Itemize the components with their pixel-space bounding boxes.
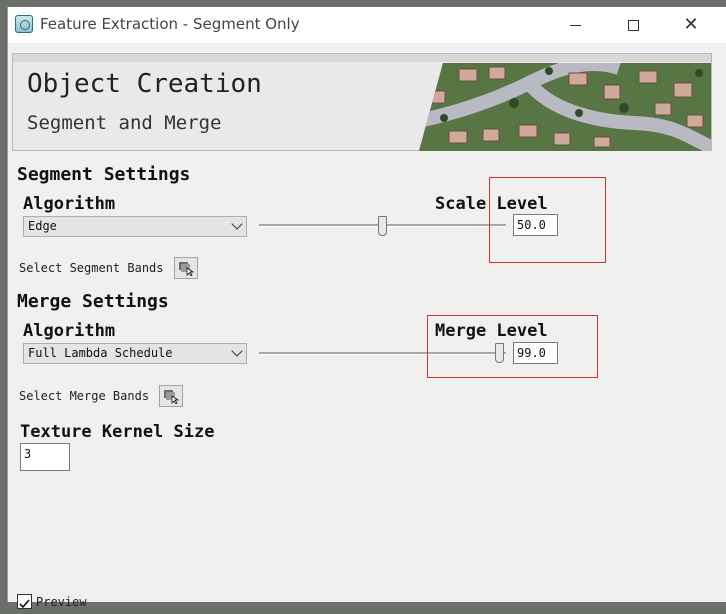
merge-settings-heading: Merge Settings xyxy=(17,291,169,312)
title-bar: Feature Extraction - Segment Only ✕ xyxy=(8,7,726,43)
merge-algorithm-label: Algorithm xyxy=(23,321,116,341)
aerial-image xyxy=(419,63,711,151)
band-select-icon xyxy=(179,262,194,276)
app-icon xyxy=(15,15,33,33)
minimize-button[interactable] xyxy=(552,7,598,43)
select-merge-bands-button[interactable] xyxy=(159,385,183,407)
window-title: Feature Extraction - Segment Only xyxy=(40,15,300,33)
select-merge-bands-label: Select Merge Bands xyxy=(19,389,150,403)
segment-settings-heading: Segment Settings xyxy=(17,164,191,185)
banner-title: Object Creation xyxy=(27,69,262,99)
preview-label: Preview xyxy=(36,595,87,609)
scale-level-slider-thumb[interactable] xyxy=(378,216,387,236)
scale-level-highlight xyxy=(489,177,606,263)
band-select-icon xyxy=(164,390,179,404)
maximize-button[interactable] xyxy=(610,7,656,43)
chevron-down-icon xyxy=(231,218,243,230)
minimize-icon xyxy=(569,24,581,26)
segment-algorithm-select[interactable]: Edge xyxy=(23,216,247,237)
close-button[interactable]: ✕ xyxy=(668,7,714,43)
merge-level-highlight xyxy=(427,315,598,378)
merge-algorithm-value: Full Lambda Schedule xyxy=(28,346,173,360)
checkmark-icon xyxy=(19,599,30,609)
segment-algorithm-value: Edge xyxy=(28,219,57,233)
texture-kernel-size-input[interactable]: 3 xyxy=(20,443,70,471)
dialog-window: Feature Extraction - Segment Only ✕ Obje… xyxy=(7,7,726,609)
select-segment-bands-button[interactable] xyxy=(174,257,198,279)
segment-algorithm-label: Algorithm xyxy=(23,194,116,214)
texture-kernel-size-label: Texture Kernel Size xyxy=(20,422,215,442)
maximize-icon xyxy=(627,19,639,31)
close-icon: ✕ xyxy=(683,14,699,35)
merge-algorithm-select[interactable]: Full Lambda Schedule xyxy=(23,343,247,364)
header-banner: Object Creation Segment and Merge xyxy=(12,53,712,151)
select-segment-bands-label: Select Segment Bands xyxy=(19,261,164,275)
banner-subtitle: Segment and Merge xyxy=(27,112,222,134)
chevron-down-icon xyxy=(231,345,243,357)
